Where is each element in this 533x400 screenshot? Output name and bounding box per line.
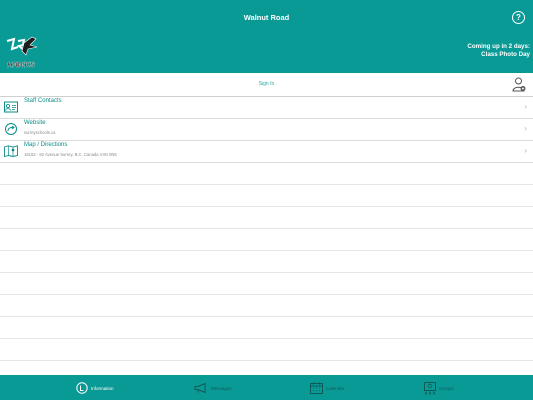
school-banner: HAWKS Coming up in 2 days: Class Photo D…	[0, 30, 533, 73]
list-item-title: Website	[24, 120, 46, 126]
upcoming-label: Coming up in 2 days:	[467, 43, 530, 50]
empty-row	[0, 185, 533, 207]
list-item-subtitle: surreyschools.ca	[24, 130, 56, 135]
chevron-right-icon: ›	[524, 102, 527, 111]
chevron-right-icon: ›	[524, 146, 527, 155]
chevron-right-icon: ›	[524, 124, 527, 133]
empty-row	[0, 207, 533, 229]
sign-in-link[interactable]: Sign In	[0, 81, 533, 87]
tab-calendar[interactable]: Calendar	[310, 380, 344, 396]
empty-row	[0, 295, 533, 317]
calendar-icon	[310, 382, 323, 394]
list-item-title: Staff Contacts	[24, 98, 62, 104]
tab-label: Information	[91, 385, 114, 391]
map-icon	[4, 145, 18, 157]
tab-information[interactable]: Information	[76, 380, 114, 396]
share-arrow-icon	[5, 123, 17, 135]
app-title: Walnut Road	[243, 13, 290, 22]
help-circle-icon[interactable]: ?	[512, 11, 525, 24]
empty-row	[0, 339, 533, 361]
list-item-title: Map / Directions	[24, 142, 68, 148]
upcoming-event-name: Class Photo Day	[481, 51, 530, 58]
empty-row	[0, 163, 533, 185]
info-list: Staff Contacts › Website surreyschools.c…	[0, 97, 533, 383]
upcoming-event[interactable]: Coming up in 2 days: Class Photo Day	[467, 43, 530, 59]
school-logo: HAWKS	[4, 33, 40, 71]
sign-in-bar: Sign In	[0, 73, 533, 97]
tab-label: Messages	[211, 385, 232, 391]
list-item-subtitle: 16152 - 82 Avenue Surrey, B.C. Canada V4…	[24, 152, 117, 157]
user-add-icon[interactable]	[512, 77, 526, 92]
info-icon	[76, 382, 88, 394]
list-item-staff-contacts[interactable]: Staff Contacts ›	[0, 97, 533, 119]
list-item-website[interactable]: Website surreyschools.ca ›	[0, 119, 533, 141]
empty-row	[0, 317, 533, 339]
tab-label: Calendar	[326, 385, 345, 391]
bottom-tab-bar: Information Messages Calendar Groups	[0, 375, 533, 400]
tab-label: Groups	[439, 385, 454, 391]
megaphone-icon	[194, 382, 206, 394]
list-item-map-directions[interactable]: Map / Directions 16152 - 82 Avenue Surre…	[0, 141, 533, 163]
contact-card-icon	[4, 101, 18, 113]
tab-groups[interactable]: Groups	[424, 380, 454, 396]
groups-icon	[424, 381, 436, 395]
logo-text: HAWKS	[7, 60, 35, 69]
empty-row	[0, 251, 533, 273]
empty-row	[0, 273, 533, 295]
tab-messages[interactable]: Messages	[194, 380, 232, 396]
empty-row	[0, 229, 533, 251]
